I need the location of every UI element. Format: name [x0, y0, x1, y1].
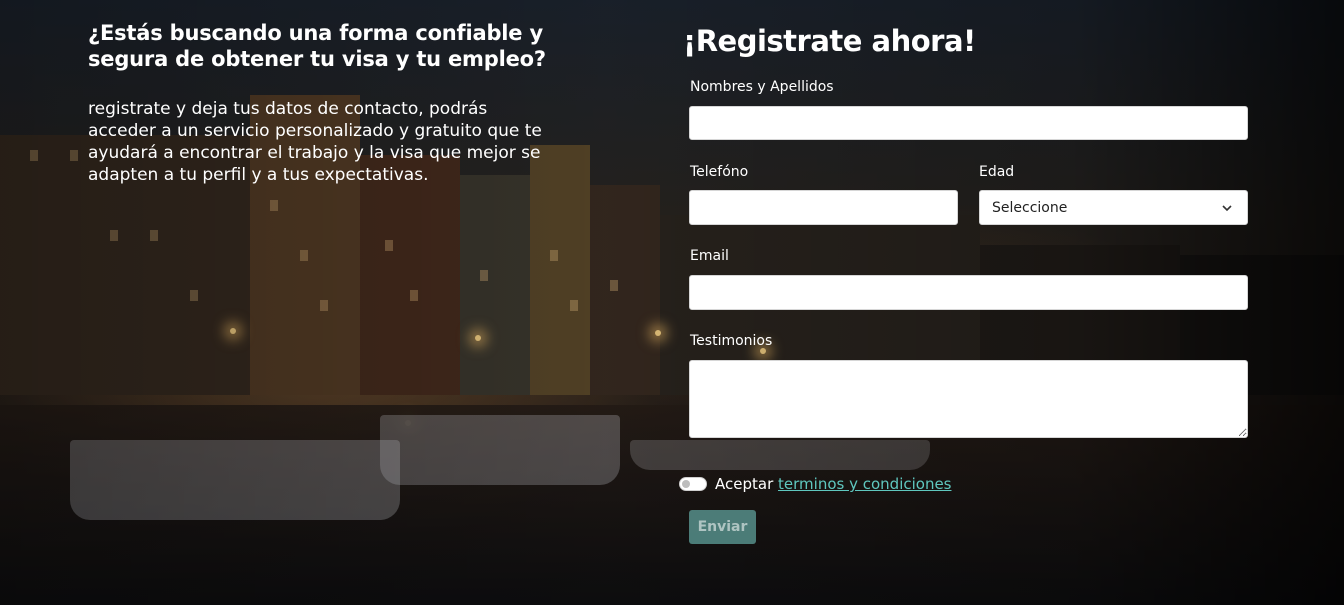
testimonials-textarea[interactable]: [689, 360, 1248, 438]
accept-terms-text: Aceptar terminos y condiciones: [715, 474, 952, 494]
testimonials-label: Testimonios: [690, 333, 773, 349]
age-select[interactable]: Seleccione: [979, 190, 1248, 225]
accept-terms-toggle[interactable]: [679, 477, 707, 491]
intro-heading: ¿Estás buscando una forma confiable y se…: [88, 21, 546, 71]
email-input[interactable]: [689, 275, 1248, 310]
accept-prefix: Aceptar: [715, 475, 774, 493]
phone-input[interactable]: [689, 190, 958, 225]
age-label: Edad: [979, 164, 1015, 180]
toggle-knob: [682, 480, 690, 488]
terms-link[interactable]: terminos y condiciones: [778, 475, 951, 493]
name-input[interactable]: [689, 106, 1248, 140]
submit-button[interactable]: Enviar: [689, 510, 756, 544]
registration-form: ¡Registrate ahora!: [683, 22, 1249, 60]
email-label: Email: [690, 248, 729, 264]
form-title: ¡Registrate ahora!: [683, 24, 976, 58]
chevron-down-icon: [1222, 204, 1232, 211]
age-select-value: Seleccione: [992, 199, 1068, 216]
phone-label: Telefóno: [690, 164, 749, 180]
intro-text: registrate y deja tus datos de contacto,…: [88, 99, 542, 185]
name-label: Nombres y Apellidos: [690, 79, 834, 95]
intro-section: ¿Estás buscando una forma confiable y se…: [88, 20, 558, 186]
